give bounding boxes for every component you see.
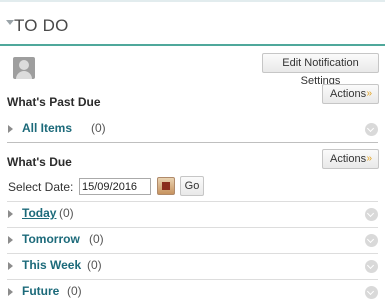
status-circle-icon[interactable] <box>365 260 378 273</box>
chevron-down-icon: » <box>366 88 372 99</box>
row-divider <box>7 279 378 280</box>
item-count: (0) <box>67 284 82 298</box>
expand-triangle-icon[interactable] <box>8 288 13 296</box>
header-divider <box>0 44 385 46</box>
item-label[interactable]: Future <box>22 284 59 298</box>
avatar-body <box>16 71 32 79</box>
item-label[interactable]: Tomorrow <box>22 232 80 246</box>
item-label[interactable]: Today <box>22 206 56 220</box>
expand-triangle-icon[interactable] <box>8 125 13 133</box>
status-circle-icon[interactable] <box>365 208 378 221</box>
list-item-today[interactable]: Today (0) <box>7 206 378 224</box>
select-date-label: Select Date: <box>8 180 74 194</box>
user-avatar-icon <box>13 57 35 79</box>
past-due-title: What's Past Due <box>7 95 101 109</box>
row-divider <box>7 201 378 202</box>
item-count: (0) <box>89 232 104 246</box>
date-input[interactable] <box>79 178 151 195</box>
item-count: (0) <box>87 258 102 272</box>
chevron-down-icon: » <box>366 153 372 164</box>
module-header[interactable]: TO DO <box>0 12 385 46</box>
go-button[interactable]: Go <box>180 176 204 196</box>
list-item-all-items[interactable]: All Items (0) <box>7 121 378 139</box>
status-circle-icon[interactable] <box>365 234 378 247</box>
list-item-tomorrow[interactable]: Tomorrow (0) <box>7 232 378 250</box>
row-divider <box>7 253 378 254</box>
status-circle-icon[interactable] <box>365 286 378 299</box>
list-item-future[interactable]: Future (0) <box>7 284 378 302</box>
item-label[interactable]: This Week <box>22 258 81 272</box>
collapse-triangle-icon[interactable] <box>6 20 14 25</box>
list-item-this-week[interactable]: This Week (0) <box>7 258 378 276</box>
actions-label: Actions <box>330 88 367 100</box>
edit-notification-settings-button[interactable]: Edit Notification Settings <box>262 53 379 87</box>
section-divider <box>7 142 378 143</box>
status-circle-icon[interactable] <box>365 123 378 136</box>
item-count: (0) <box>91 121 106 135</box>
item-label[interactable]: All Items <box>22 121 72 135</box>
avatar-head <box>19 60 29 70</box>
due-title: What's Due <box>7 155 72 169</box>
expand-triangle-icon[interactable] <box>8 210 13 218</box>
due-actions-button[interactable]: Actions » <box>322 149 379 169</box>
row-divider <box>7 227 378 228</box>
item-count: (0) <box>59 206 74 220</box>
module-title: TO DO <box>14 16 69 35</box>
expand-triangle-icon[interactable] <box>8 236 13 244</box>
top-rule <box>0 0 385 2</box>
actions-label: Actions <box>330 153 367 165</box>
past-due-actions-button[interactable]: Actions » <box>322 84 379 104</box>
expand-triangle-icon[interactable] <box>8 262 13 270</box>
calendar-icon[interactable] <box>157 177 175 195</box>
